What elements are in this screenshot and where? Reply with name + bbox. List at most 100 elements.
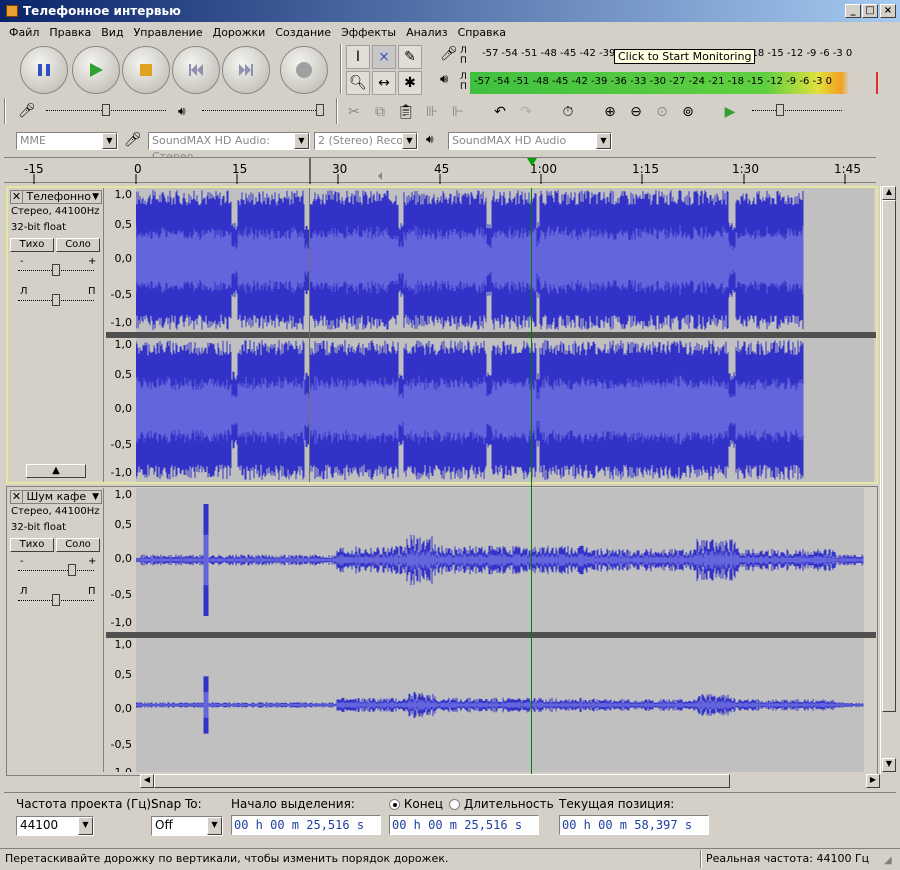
waveform-right-channel[interactable]	[135, 338, 874, 482]
output-device-select[interactable]: SoundMAX HD Audio ▼	[448, 132, 612, 150]
menu-view[interactable]: Вид	[96, 26, 128, 39]
zoom-out-button[interactable]: ⊖	[624, 100, 648, 124]
vertical-scroll-thumb[interactable]	[882, 200, 896, 712]
ruler-ticks	[33, 158, 846, 184]
selection-end-field[interactable]: 00 h 00 m 25,516 s	[389, 815, 539, 835]
track-pan-slider[interactable]	[18, 294, 94, 306]
amplitude-scale: 1,00,50,0-0,5-1,0	[104, 338, 136, 482]
solo-button[interactable]: Соло	[56, 538, 100, 552]
scroll-up-button[interactable]: ▲	[882, 186, 896, 200]
selection-tool[interactable]: I	[346, 45, 370, 69]
skip-start-button[interactable]	[172, 46, 220, 94]
selection-start-field[interactable]: 00 h 00 m 25,516 s	[231, 815, 381, 835]
copy-icon: ⧉	[375, 104, 385, 120]
play-button[interactable]	[72, 46, 120, 94]
menu-tracks[interactable]: Дорожки	[208, 26, 271, 39]
skip-end-button[interactable]	[222, 46, 270, 94]
stop-button[interactable]	[122, 46, 170, 94]
record-button[interactable]	[280, 46, 328, 94]
snap-to-select[interactable]: Off ▼	[151, 816, 223, 836]
scroll-down-button[interactable]: ▼	[882, 758, 896, 772]
speaker-volume-icon: 🔊︎	[178, 104, 186, 118]
audio-position-label: Текущая позиция:	[559, 797, 675, 811]
toolbar-separator	[336, 98, 338, 124]
menu-generate[interactable]: Создание	[270, 26, 336, 39]
channels-select[interactable]: 2 (Stereo) Record ▼	[314, 132, 418, 150]
play-speed-slider[interactable]	[752, 104, 842, 116]
track-name-menu[interactable]: ✕ Телефонно ▼	[10, 190, 102, 204]
vertical-scrollbar[interactable]: ▲ ▼	[880, 186, 896, 774]
timeshift-tool[interactable]: ↔	[372, 71, 396, 95]
horizontal-scrollbar[interactable]: ◀ ▶	[140, 774, 880, 788]
menu-help[interactable]: Справка	[453, 26, 511, 39]
menu-transport[interactable]: Управление	[129, 26, 208, 39]
stop-icon	[140, 64, 152, 76]
output-volume-slider[interactable]	[202, 104, 324, 116]
pause-button[interactable]	[20, 46, 68, 94]
undo-button[interactable]: ↶	[488, 100, 512, 124]
close-button[interactable]: ×	[880, 4, 896, 18]
menu-effects[interactable]: Эффекты	[336, 26, 401, 39]
scroll-right-button[interactable]: ▶	[866, 774, 880, 788]
waveform-left-channel[interactable]	[135, 488, 864, 632]
silence-button[interactable]: ⊩	[446, 100, 470, 124]
scroll-left-button[interactable]: ◀	[140, 774, 154, 788]
menu-file[interactable]: Файл	[4, 26, 44, 39]
mute-button[interactable]: Тихо	[10, 538, 54, 552]
envelope-tool[interactable]: ⨯	[372, 45, 396, 69]
close-track-icon[interactable]: ✕	[11, 491, 23, 503]
project-rate-label: Частота проекта (Гц):	[16, 797, 156, 811]
trim-button[interactable]: ⊪	[420, 100, 444, 124]
audio-position-field[interactable]: 00 h 00 m 58,397 s	[559, 815, 709, 835]
mute-button[interactable]: Тихо	[10, 238, 54, 252]
app-icon	[6, 5, 18, 17]
zoom-in-button[interactable]: ⊕	[598, 100, 622, 124]
input-device-select[interactable]: SoundMAX HD Audio: Стерео▼	[148, 132, 310, 163]
track-format: Стерео, 44100Hz	[11, 206, 100, 217]
redo-icon: ↷	[520, 104, 532, 120]
horizontal-scroll-thumb[interactable]	[154, 774, 730, 788]
multi-tool[interactable]: ✱	[398, 71, 422, 95]
maximize-button[interactable]: □	[862, 4, 878, 18]
close-track-icon[interactable]: ✕	[11, 191, 23, 203]
rec-meter-channels: ЛП	[460, 46, 467, 66]
end-radio-group[interactable]: Конец	[389, 797, 443, 811]
collapse-track-button[interactable]: ▲	[26, 464, 86, 478]
track-pan-slider[interactable]	[18, 594, 94, 606]
fit-selection-button[interactable]: ⊙	[650, 100, 674, 124]
waveform-left-channel[interactable]	[135, 188, 874, 332]
resize-grip-icon[interactable]: ◢	[884, 855, 892, 866]
fit-project-button[interactable]: ⊚	[676, 100, 700, 124]
length-radio[interactable]	[449, 799, 460, 810]
magnifier-icon: 🔍︎	[349, 75, 367, 91]
minimize-button[interactable]: _	[845, 4, 861, 18]
skip-end-icon	[239, 64, 253, 76]
length-radio-group[interactable]: Длительность	[449, 797, 554, 811]
speaker-meter-icon[interactable]: 🔊︎	[440, 72, 460, 92]
redo-button[interactable]: ↷	[514, 100, 538, 124]
host-select[interactable]: MME ▼	[16, 132, 118, 150]
zoom-out-icon: ⊖	[630, 104, 642, 120]
paste-button[interactable]: 📋︎	[394, 100, 418, 124]
project-rate-select[interactable]: 44100 ▼	[16, 816, 94, 836]
sync-lock-button[interactable]: ⏱	[556, 100, 580, 124]
menu-analyze[interactable]: Анализ	[401, 26, 453, 39]
end-radio[interactable]	[389, 799, 400, 810]
draw-tool[interactable]: ✎	[398, 45, 422, 69]
copy-button[interactable]: ⧉	[368, 100, 392, 124]
timeline-ruler[interactable]: -15 0 15 30 45 1:00 1:15 1:30 1:45	[4, 157, 876, 184]
track-format: Стерео, 44100Hz	[11, 506, 100, 517]
menu-edit[interactable]: Правка	[44, 26, 96, 39]
track-gain-slider[interactable]	[18, 264, 94, 276]
track-name-menu[interactable]: ✕ Шум кафе ▼	[10, 490, 102, 504]
track-gain-slider[interactable]	[18, 564, 94, 576]
cut-button[interactable]: ✂	[342, 100, 366, 124]
play-at-speed-button[interactable]: ▶	[718, 100, 742, 124]
zoom-tool[interactable]: 🔍︎	[346, 71, 370, 95]
playback-meter[interactable]: -57 -54 -51 -48 -45 -42 -39 -36 -33 -30 …	[470, 72, 880, 94]
solo-button[interactable]: Соло	[56, 238, 100, 252]
dropdown-icon: ▼	[92, 492, 99, 502]
input-volume-slider[interactable]	[46, 104, 166, 116]
waveform-right-channel[interactable]	[135, 638, 864, 772]
fit-selection-icon: ⊙	[656, 104, 668, 120]
